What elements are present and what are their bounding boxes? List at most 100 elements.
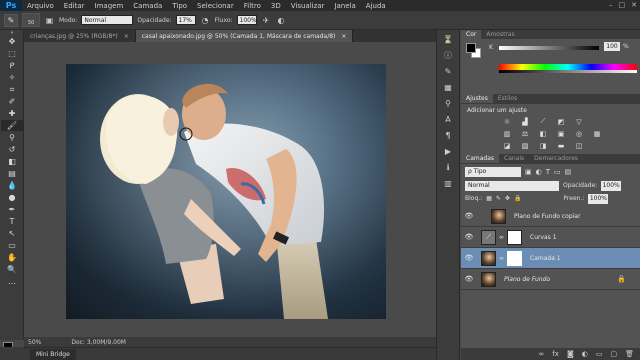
menu-imagem[interactable]: Imagem — [90, 2, 129, 10]
tab-criancas[interactable]: crianças.jpg @ 25% (RGB/8*) × — [24, 30, 136, 42]
gray-ramp[interactable] — [499, 70, 637, 73]
mode-select[interactable]: Normal — [81, 15, 134, 25]
path-select-tool-icon[interactable]: ↖ — [1, 228, 23, 239]
new-group-icon[interactable]: ▭ — [596, 350, 603, 358]
tools-collapse-icon[interactable]: » — [1, 30, 23, 36]
add-mask-icon[interactable]: ◙ — [567, 350, 574, 358]
lock-pixels-icon[interactable]: ✎ — [496, 195, 501, 202]
actions-panel-icon[interactable]: ▶ — [440, 145, 456, 158]
color-balance-icon[interactable]: ⚖ — [519, 129, 531, 138]
paragraph-panel-icon[interactable]: ¶ — [440, 129, 456, 142]
color-lookup-icon[interactable]: ▦ — [591, 129, 603, 138]
visibility-eye-icon[interactable]: 👁 — [461, 275, 477, 283]
k-channel-slider[interactable] — [499, 46, 599, 50]
threshold-icon[interactable]: ◨ — [537, 141, 549, 150]
document-size[interactable]: Doc: 3,00M/9,00M — [71, 339, 126, 346]
filter-adjust-icon[interactable]: ◐ — [536, 168, 542, 176]
link-chain-icon[interactable]: ∞ — [499, 255, 504, 262]
blend-mode-select[interactable]: Normal — [465, 180, 559, 191]
zoom-tool-icon[interactable]: 🔍 — [1, 264, 23, 275]
foreground-color-chip[interactable] — [466, 43, 476, 53]
layer-mask-thumbnail[interactable] — [507, 250, 522, 266]
curves-icon[interactable]: ⟋ — [537, 117, 549, 126]
edit-toolbar-icon[interactable]: … — [1, 276, 23, 287]
properties-panel-icon[interactable]: ⓘ — [440, 49, 456, 62]
marquee-tool-icon[interactable]: ⬚ — [1, 48, 23, 59]
info-panel-icon[interactable]: ℹ — [440, 161, 456, 174]
channel-mixer-icon[interactable]: ◎ — [573, 129, 585, 138]
opacity-field[interactable]: 17% — [175, 15, 196, 25]
lock-position-icon[interactable]: ✥ — [505, 195, 510, 202]
menu-ajuda[interactable]: Ajuda — [361, 2, 391, 10]
lock-transparent-icon[interactable]: ▦ — [486, 195, 492, 202]
menu-visualizar[interactable]: Visualizar — [286, 2, 330, 10]
new-layer-icon[interactable]: ▢ — [610, 350, 617, 358]
exposure-icon[interactable]: ◩ — [555, 117, 567, 126]
eyedropper-tool-icon[interactable]: ✐ — [1, 96, 23, 107]
gradient-map-icon[interactable]: ▬ — [555, 141, 567, 150]
invert-icon[interactable]: ◪ — [501, 141, 513, 150]
layer-row-camada-1[interactable]: 👁 ∞ Camada 1 — [461, 248, 640, 269]
hue-saturation-icon[interactable]: ▥ — [501, 129, 513, 138]
selective-color-icon[interactable]: ◫ — [573, 141, 585, 150]
delete-layer-icon[interactable]: 🗑 — [625, 350, 634, 358]
gradient-tool-icon[interactable]: ▤ — [1, 168, 23, 179]
quick-select-tool-icon[interactable]: ✧ — [1, 72, 23, 83]
filter-shape-icon[interactable]: ▭ — [554, 168, 561, 176]
posterize-icon[interactable]: ▧ — [519, 141, 531, 150]
clone-source-icon[interactable]: ⚲ — [440, 97, 456, 110]
layer-opacity-field[interactable]: 100% — [601, 180, 622, 191]
histogram-panel-icon[interactable]: ▥ — [440, 177, 456, 190]
character-panel-icon[interactable]: A — [440, 113, 456, 126]
pressure-opacity-icon[interactable]: ◔ — [200, 15, 211, 26]
zoom-level[interactable]: 50% — [28, 339, 41, 346]
tab-close-icon[interactable]: × — [124, 33, 129, 40]
menu-tipo[interactable]: Tipo — [167, 2, 192, 10]
levels-icon[interactable]: ▟ — [519, 117, 531, 126]
tab-canais[interactable]: Canais — [499, 154, 529, 163]
type-tool-icon[interactable]: T — [1, 216, 23, 227]
tab-estilos[interactable]: Estilos — [493, 94, 522, 103]
tab-camadas[interactable]: Camadas — [461, 154, 499, 163]
blur-tool-icon[interactable]: 💧 — [1, 180, 23, 191]
filter-smart-icon[interactable]: ▤ — [565, 168, 572, 176]
pressure-size-icon[interactable]: ◐ — [276, 15, 287, 26]
link-layers-icon[interactable]: ∞ — [539, 350, 545, 358]
k-channel-value[interactable]: 100 — [604, 42, 620, 51]
eraser-tool-icon[interactable]: ◧ — [1, 156, 23, 167]
brightness-icon[interactable]: ☼ — [501, 117, 513, 126]
black-white-icon[interactable]: ◧ — [537, 129, 549, 138]
menu-janela[interactable]: Janela — [329, 2, 360, 10]
link-chain-icon[interactable]: ∞ — [499, 234, 504, 241]
tab-close-icon[interactable]: × — [341, 33, 346, 40]
menu-selecionar[interactable]: Selecionar — [192, 2, 239, 10]
brush-panel-icon[interactable]: ✎ — [440, 65, 456, 78]
tab-ajustes[interactable]: Ajustes — [461, 94, 493, 103]
menu-camada[interactable]: Camada — [128, 2, 167, 10]
shape-tool-icon[interactable]: ▭ — [1, 240, 23, 251]
maximize-button[interactable]: □ — [619, 1, 626, 9]
pen-tool-icon[interactable]: ✒ — [1, 204, 23, 215]
canvas-area[interactable] — [24, 42, 436, 337]
tab-casal-apaixonado[interactable]: casal apaixonado.jpg @ 50% (Camada 1, Má… — [135, 30, 354, 42]
history-brush-tool-icon[interactable]: ↺ — [1, 144, 23, 155]
clone-stamp-tool-icon[interactable]: ⚲ — [1, 132, 23, 143]
menu-filtro[interactable]: Filtro — [239, 2, 266, 10]
visibility-eye-icon[interactable]: 👁 — [461, 233, 477, 241]
filter-type-icon[interactable]: T — [546, 168, 550, 176]
dodge-tool-icon[interactable]: ● — [1, 192, 23, 203]
layer-row-plano-de-fundo[interactable]: 👁 Plano de Fundo 🔒 — [461, 269, 640, 290]
lasso-tool-icon[interactable]: ᑭ — [1, 60, 23, 71]
fill-field[interactable]: 100% — [588, 193, 609, 204]
brush-panel-icon[interactable]: ▣ — [44, 15, 55, 26]
layer-row-curvas-1[interactable]: 👁 ⟋ ∞ Curvas 1 — [461, 227, 640, 248]
tab-cor[interactable]: Cor — [461, 30, 482, 39]
filter-pixel-icon[interactable]: ▣ — [525, 168, 532, 176]
visibility-eye-icon[interactable]: 👁 — [461, 212, 477, 220]
layer-style-icon[interactable]: fx — [552, 350, 559, 358]
tab-demarcadores[interactable]: Demarcadores — [529, 154, 583, 163]
brush-size-picker[interactable]: 50 — [22, 13, 40, 27]
mini-bridge-tab[interactable]: Mini Bridge — [30, 348, 76, 360]
close-button[interactable]: ✕ — [631, 1, 637, 9]
move-tool-icon[interactable]: ✥ — [1, 36, 23, 47]
